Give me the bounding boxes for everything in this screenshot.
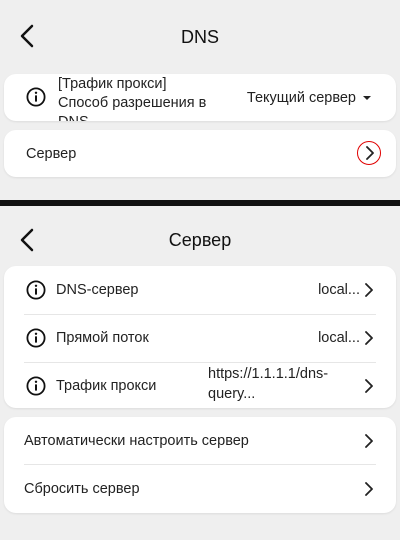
chevron-right-icon	[365, 283, 373, 297]
server-header: Сервер	[0, 210, 400, 270]
proxy-traffic-row[interactable]: Трафик прокси https://1.1.1.1/dns- query…	[4, 363, 396, 408]
info-icon[interactable]	[26, 376, 46, 396]
proxy-resolution-label-line3: DNS	[58, 113, 248, 121]
server-actions-card: Автоматически настроить сервер Сбросить …	[4, 417, 396, 513]
chevron-right-icon	[365, 331, 373, 345]
chevron-right-icon	[365, 379, 373, 393]
auto-configure-server-row[interactable]: Автоматически настроить сервер	[4, 417, 396, 464]
direct-flow-label: Прямой поток	[56, 330, 149, 346]
proxy-resolution-label-line1: [Трафик прокси]	[58, 76, 167, 92]
reset-server-label: Сбросить сервер	[24, 481, 140, 497]
direct-flow-row[interactable]: Прямой поток local...	[4, 315, 396, 362]
info-icon[interactable]	[26, 280, 46, 300]
proxy-traffic-value: https://1.1.1.1/dns- query...	[208, 364, 348, 404]
proxy-traffic-value-line2: query...	[208, 386, 256, 402]
proxy-resolution-value: Текущий сервер	[246, 90, 356, 106]
chevron-right-icon	[365, 482, 373, 496]
proxy-resolution-card[interactable]: [Трафик прокси] Способ разрешения в DNS …	[4, 74, 396, 121]
reset-server-row[interactable]: Сбросить сервер	[4, 465, 396, 513]
proxy-traffic-label: Трафик прокси	[56, 378, 157, 394]
server-row[interactable]: Сервер	[4, 130, 396, 177]
dns-server-row[interactable]: DNS-сервер local...	[4, 266, 396, 314]
server-settings-card: DNS-сервер local... Прямой поток local..…	[4, 266, 396, 408]
page-title: DNS	[180, 27, 219, 47]
proxy-resolution-label: [Трафик прокси] Способ разрешения в DNS	[58, 75, 248, 121]
page-title: Сервер	[168, 230, 232, 250]
chevron-right-icon	[365, 434, 373, 448]
dns-server-value: local...	[318, 282, 360, 298]
dns-screen: DNS [Трафик прокси] Способ разрешения в …	[0, 0, 400, 200]
server-row-label: Сервер	[26, 146, 77, 162]
direct-flow-value: local...	[318, 330, 360, 346]
auto-configure-server-label: Автоматически настроить сервер	[24, 433, 249, 449]
proxy-resolution-dropdown[interactable]: Текущий сервер	[247, 88, 372, 108]
dns-header: DNS	[0, 6, 400, 66]
proxy-resolution-label-line2: Способ разрешения в	[58, 95, 207, 111]
info-icon[interactable]	[26, 328, 46, 348]
info-icon[interactable]	[26, 87, 46, 107]
server-screen: Сервер DNS-сервер local... Прямой поток …	[0, 206, 400, 540]
dns-server-label: DNS-сервер	[56, 282, 139, 298]
dropdown-caret-icon	[363, 96, 371, 100]
proxy-traffic-value-line1: https://1.1.1.1/dns-	[208, 366, 329, 382]
chevron-right-icon[interactable]	[365, 146, 375, 160]
